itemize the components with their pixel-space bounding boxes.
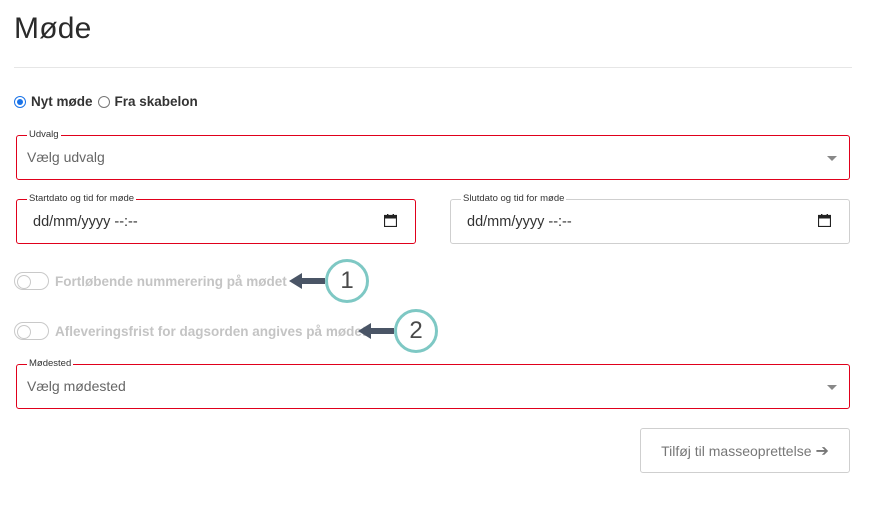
start-datetime-value: dd/mm/yyyy --:-- — [33, 214, 138, 230]
chevron-down-icon — [827, 385, 837, 390]
calendar-icon[interactable] — [818, 214, 831, 227]
toggle-row-deadline: Afleveringsfrist for dagsorden angives p… — [14, 322, 366, 340]
radio-new-meeting-label: Nyt møde — [31, 94, 93, 109]
radio-from-template-indicator[interactable] — [97, 95, 110, 108]
add-to-bulk-create-label: Tilføj til masseoprettelse — [661, 442, 812, 459]
toggle-row-numbering: Fortløbende nummerering på mødet — [14, 272, 287, 290]
callout-badge-2: 2 — [394, 309, 438, 353]
callout-badge-1: 1 — [325, 259, 369, 303]
radio-from-template[interactable]: Fra skabelon — [97, 94, 198, 109]
end-datetime-value: dd/mm/yyyy --:-- — [467, 214, 572, 230]
modested-select[interactable]: Mødested Vælg mødested — [16, 358, 850, 409]
end-datetime-input[interactable]: Slutdato og tid for møde dd/mm/yyyy --:-… — [450, 193, 850, 244]
callout-2: 2 — [358, 309, 438, 353]
add-to-bulk-create-button[interactable]: Tilføj til masseoprettelse ➔ — [640, 428, 850, 473]
udvalg-placeholder: Vælg udvalg — [27, 149, 105, 165]
arrow-left-icon — [289, 273, 325, 289]
callout-1: 1 — [289, 259, 369, 303]
udvalg-select[interactable]: Udvalg Vælg udvalg — [16, 129, 850, 180]
udvalg-legend: Udvalg — [27, 129, 61, 141]
title-divider — [14, 67, 852, 68]
page-title: Møde — [14, 12, 92, 45]
numbering-toggle[interactable] — [14, 272, 49, 290]
start-datetime-input[interactable]: Startdato og tid for møde dd/mm/yyyy --:… — [16, 193, 416, 244]
end-datetime-legend: Slutdato og tid for møde — [461, 193, 567, 205]
arrow-right-icon: ➔ — [815, 442, 829, 460]
arrow-left-icon — [358, 323, 394, 339]
radio-new-meeting[interactable]: Nyt møde — [14, 94, 93, 109]
calendar-icon[interactable] — [384, 214, 397, 227]
radio-new-meeting-indicator[interactable] — [14, 95, 26, 108]
chevron-down-icon — [827, 156, 837, 161]
deadline-toggle-label: Afleveringsfrist for dagsorden angives p… — [55, 323, 367, 339]
modested-legend: Mødested — [27, 358, 74, 370]
start-datetime-legend: Startdato og tid for møde — [27, 193, 137, 205]
numbering-toggle-label: Fortløbende nummerering på mødet — [55, 273, 287, 289]
meeting-type-radio-group: Nyt møde Fra skabelon — [14, 94, 203, 109]
radio-from-template-label: Fra skabelon — [114, 94, 198, 109]
deadline-toggle[interactable] — [14, 322, 49, 340]
modested-placeholder: Vælg mødested — [27, 378, 126, 394]
